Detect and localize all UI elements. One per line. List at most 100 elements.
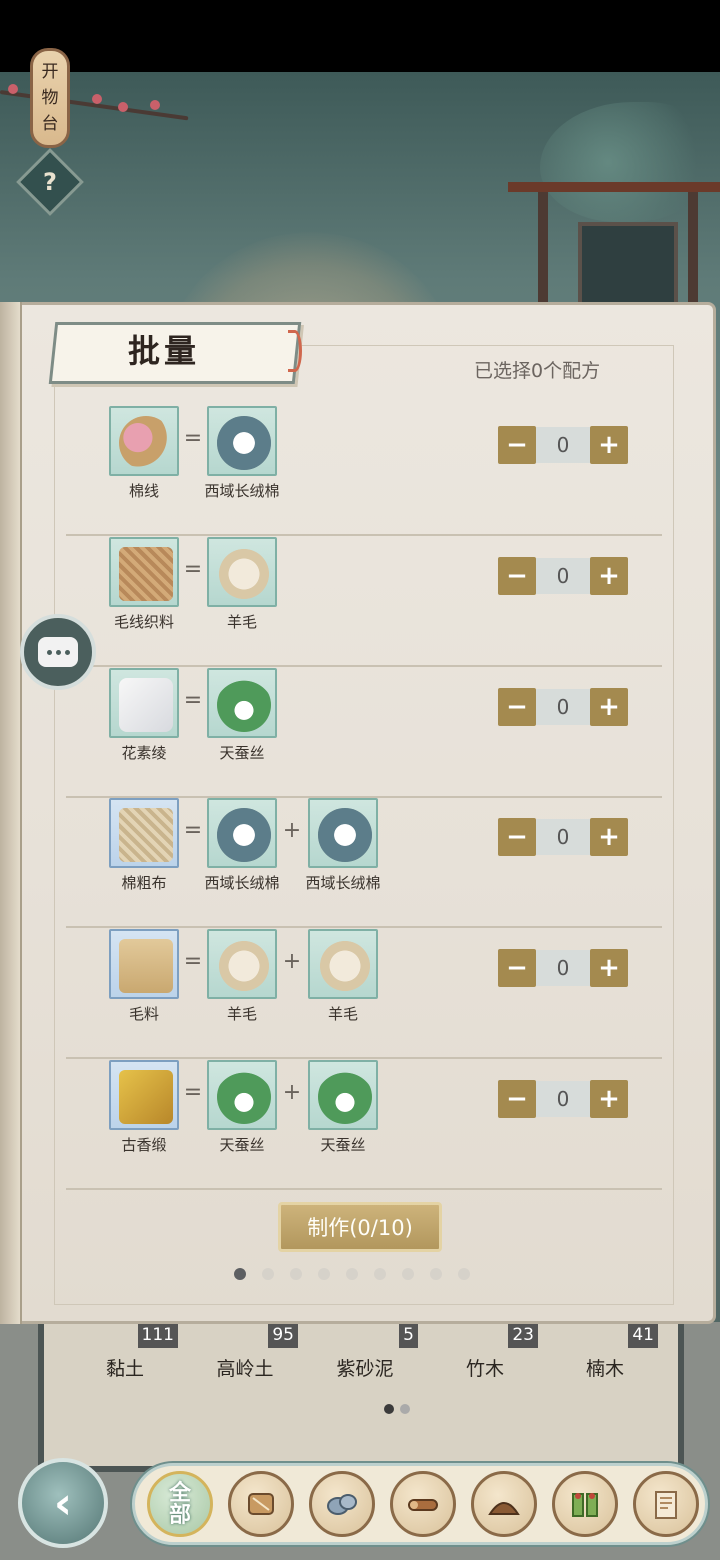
fabric-icon: [231, 1474, 291, 1534]
increment-button[interactable]: +: [590, 818, 628, 856]
material-name: 高岭土: [216, 1358, 274, 1380]
increment-button[interactable]: +: [590, 949, 628, 987]
wool-icon: [217, 547, 271, 601]
materials-strip: 111 黏土 95 高岭土 5 紫砂泥 23 竹木 41 楠木: [38, 1322, 684, 1472]
plus-sign: +: [282, 949, 302, 974]
recipe-output-slot[interactable]: [109, 406, 179, 476]
recipe-row: 毛线织料 = 羊毛 − 0 +: [66, 537, 662, 667]
page-dot[interactable]: [458, 1268, 470, 1280]
page-dot[interactable]: [318, 1268, 330, 1280]
recipe-input-slot[interactable]: [207, 798, 277, 868]
material-slot[interactable]: 5: [312, 1322, 418, 1350]
selected-count: 已选择0个配方: [474, 360, 601, 382]
quantity-value: 0: [536, 819, 590, 855]
row-divider: [66, 1057, 662, 1059]
back-button[interactable]: ‹: [18, 1458, 108, 1548]
tab-wood[interactable]: [390, 1471, 456, 1537]
recipe-output-slot[interactable]: [109, 537, 179, 607]
recipe-input-slot[interactable]: [308, 798, 378, 868]
page-dot[interactable]: [262, 1268, 274, 1280]
recipe-output-name: 毛线织料: [113, 613, 174, 631]
page-dot[interactable]: [234, 1268, 246, 1280]
row-divider: [66, 665, 662, 667]
tab-stone[interactable]: [309, 1471, 375, 1537]
material-slot[interactable]: 95: [192, 1322, 298, 1350]
decrement-button[interactable]: −: [498, 426, 536, 464]
page-dot[interactable]: [346, 1268, 358, 1280]
equals-sign: =: [183, 557, 203, 582]
question-icon: ?: [43, 167, 57, 196]
recipe-output-name: 毛料: [128, 1005, 159, 1023]
recipe-input-slot[interactable]: [207, 929, 277, 999]
material-count: 41: [628, 1322, 658, 1348]
tab-paper[interactable]: [633, 1471, 699, 1537]
tab-bamboo[interactable]: [552, 1471, 618, 1537]
equals-sign: =: [183, 1080, 203, 1105]
make-button[interactable]: 制作(0/10): [278, 1202, 442, 1252]
quantity-stepper: − 0 +: [498, 557, 628, 595]
recipe-output-slot[interactable]: [109, 668, 179, 738]
recipe-output-name: 棉线: [128, 482, 159, 500]
decrement-button[interactable]: −: [498, 949, 536, 987]
tab-all[interactable]: 全 部: [147, 1471, 213, 1537]
silkworm-silk-icon: [217, 678, 271, 732]
increment-button[interactable]: +: [590, 1080, 628, 1118]
increment-button[interactable]: +: [590, 426, 628, 464]
page-dot: [384, 1404, 394, 1414]
material-slot[interactable]: 41: [552, 1322, 658, 1350]
sign-char: 物: [41, 88, 59, 108]
page-dot[interactable]: [402, 1268, 414, 1280]
recipe-output-name: 古香缎: [121, 1136, 167, 1154]
status-bar: [0, 0, 720, 72]
material-count: 23: [508, 1322, 538, 1348]
recipe-input-slot[interactable]: [207, 668, 277, 738]
tab-fabric[interactable]: [228, 1471, 294, 1537]
material-slot[interactable]: 111: [72, 1322, 178, 1350]
quantity-value: 0: [536, 558, 590, 594]
page-dot: [400, 1404, 410, 1414]
recipe-row: 古香缎 = 天蚕丝 + 天蚕丝 − 0 +: [66, 1060, 662, 1190]
recipe-input-name: 西域长绒棉: [204, 874, 280, 892]
panel-title: 批量: [128, 332, 201, 370]
recipe-output-name: 花素绫: [121, 744, 167, 762]
page-dot[interactable]: [290, 1268, 302, 1280]
decrement-button[interactable]: −: [498, 818, 536, 856]
silk-damask-icon: [119, 678, 173, 732]
paper-icon: [636, 1474, 696, 1534]
recipe-input-slot[interactable]: [207, 537, 277, 607]
decrement-button[interactable]: −: [498, 1080, 536, 1118]
wool-cloth-icon: [119, 939, 173, 993]
recipe-output-slot[interactable]: [109, 1060, 179, 1130]
material-name: 楠木: [585, 1358, 624, 1380]
page-dot[interactable]: [430, 1268, 442, 1280]
tab-soil[interactable]: [471, 1471, 537, 1537]
recipe-input-slot[interactable]: [207, 1060, 277, 1130]
cotton-icon: [217, 808, 271, 862]
plus-sign: +: [282, 818, 302, 843]
wood-icon: [393, 1474, 453, 1534]
equals-sign: =: [183, 426, 203, 451]
row-divider: [66, 926, 662, 928]
recipe-input-name: 羊毛: [226, 613, 257, 631]
increment-button[interactable]: +: [590, 688, 628, 726]
category-nav: 全 部: [132, 1463, 708, 1545]
wool-icon: [217, 939, 271, 993]
material-slot[interactable]: 23: [432, 1322, 538, 1350]
coarse-cotton-cloth-icon: [119, 808, 173, 862]
chat-icon: [38, 637, 78, 667]
page-dot[interactable]: [374, 1268, 386, 1280]
equals-sign: =: [183, 949, 203, 974]
increment-button[interactable]: +: [590, 557, 628, 595]
recipe-input-slot[interactable]: [308, 1060, 378, 1130]
recipe-input-slot[interactable]: [207, 406, 277, 476]
decrement-button[interactable]: −: [498, 557, 536, 595]
tab-all-label-top: 全: [168, 1480, 191, 1506]
recipe-output-slot[interactable]: [109, 929, 179, 999]
equals-sign: =: [183, 688, 203, 713]
gate-structure: [508, 182, 720, 322]
chat-button[interactable]: [20, 614, 96, 690]
decrement-button[interactable]: −: [498, 688, 536, 726]
ancient-brocade-icon: [119, 1070, 173, 1124]
recipe-output-slot[interactable]: [109, 798, 179, 868]
recipe-input-slot[interactable]: [308, 929, 378, 999]
